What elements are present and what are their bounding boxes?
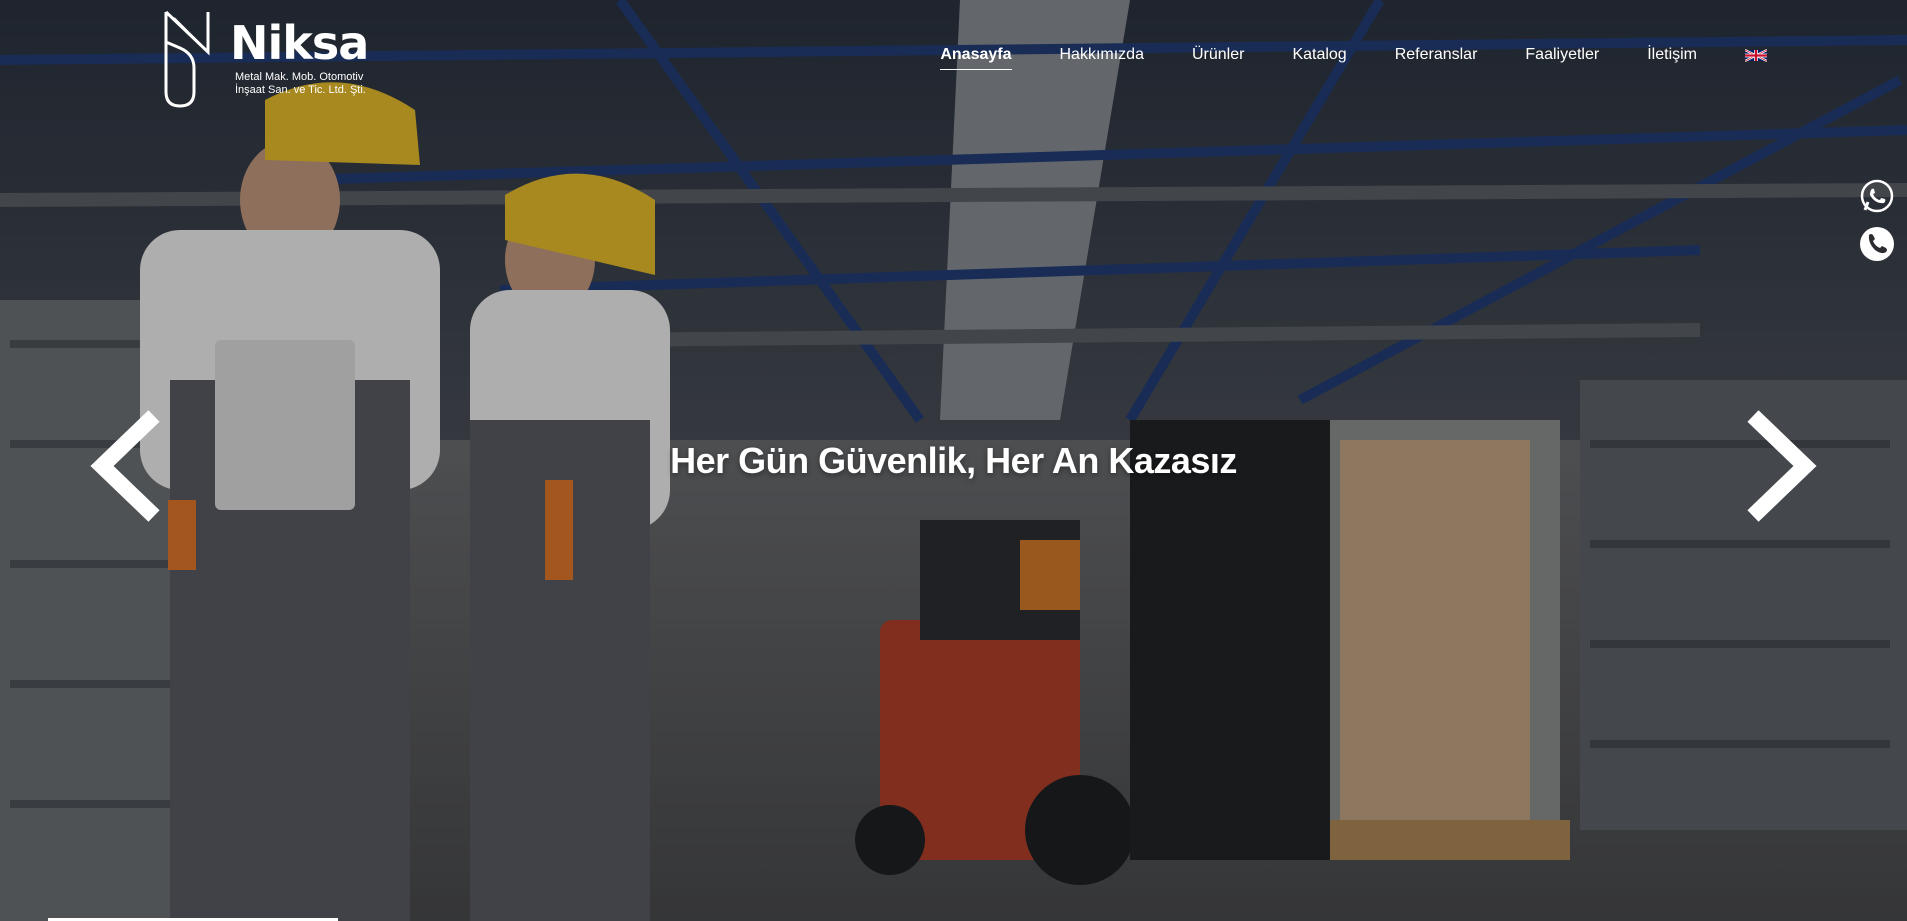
brand-subtitle-line2: İnşaat San. ve Tic. Ltd. Şti. xyxy=(235,84,366,96)
whatsapp-icon[interactable] xyxy=(1859,178,1895,214)
uk-flag-icon[interactable] xyxy=(1745,48,1767,62)
contact-icons xyxy=(1859,178,1895,262)
main-nav: Anasayfa Hakkımızda Ürünler Katalog Refe… xyxy=(916,46,1767,70)
hero-slider: Niksa Metal Mak. Mob. Otomotiv İnşaat Sa… xyxy=(0,0,1907,921)
nav-item-faaliyetler[interactable]: Faaliyetler xyxy=(1501,46,1623,64)
nav-item-hakkimizda[interactable]: Hakkımızda xyxy=(1036,46,1168,64)
nav-item-referanslar[interactable]: Referanslar xyxy=(1371,46,1502,64)
phone-icon[interactable] xyxy=(1859,226,1895,262)
brand-subtitle: Metal Mak. Mob. Otomotiv İnşaat San. ve … xyxy=(235,71,366,97)
nav-item-urunler[interactable]: Ürünler xyxy=(1168,46,1268,64)
nav-item-iletisim[interactable]: İletişim xyxy=(1623,46,1721,64)
nav-item-anasayfa[interactable]: Anasayfa xyxy=(916,46,1035,70)
logo[interactable]: Niksa Metal Mak. Mob. Otomotiv İnşaat Sa… xyxy=(160,8,380,108)
brand-name: Niksa xyxy=(230,16,369,70)
slide-caption: Her Gün Güvenlik, Her An Kazasız xyxy=(670,440,1237,481)
brand-subtitle-line1: Metal Mak. Mob. Otomotiv xyxy=(235,71,364,83)
logo-mark-icon xyxy=(164,10,210,108)
nav-item-katalog[interactable]: Katalog xyxy=(1268,46,1370,64)
